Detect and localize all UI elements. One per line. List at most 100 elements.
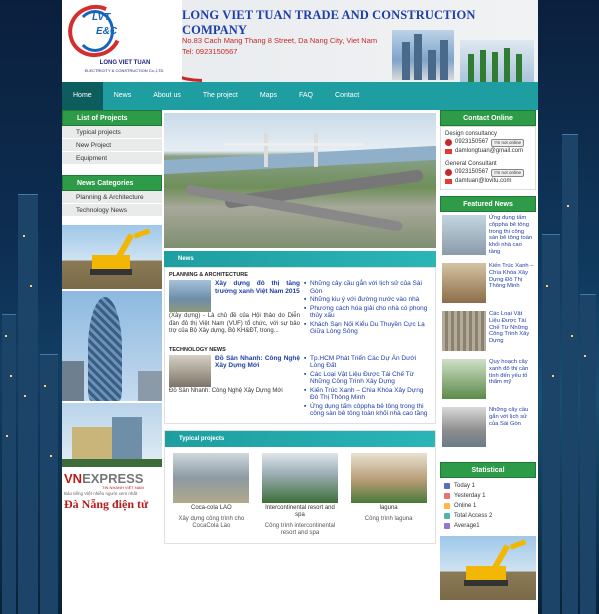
project-description: Công trình laguna <box>364 515 413 522</box>
related-link[interactable]: Tp.HCM Phát Triển Các Dự Án Dưới Lòng Đấ… <box>304 355 431 370</box>
project-name[interactable]: laguna <box>351 505 427 512</box>
news-section-title: News <box>164 251 436 267</box>
project-image[interactable] <box>173 452 250 503</box>
news-categories-menu: Planning & Architecture Technology News <box>62 191 162 217</box>
design-email[interactable]: damlongtuan@gmail.com <box>455 147 523 156</box>
projects-menu: Typical projects New Project Equipment <box>62 126 162 165</box>
related-link[interactable]: Những kiu ý với đường nước vào nhà <box>304 296 431 304</box>
featured-news-title: Featured News <box>440 196 536 212</box>
featured-thumbnail[interactable] <box>442 407 486 447</box>
featured-thumbnail[interactable] <box>442 215 486 255</box>
user-icon <box>444 483 450 489</box>
featured-item[interactable]: Các Loại Vật Liệu Được Tái Chế Từ Những … <box>442 311 534 355</box>
article-thumbnail[interactable] <box>169 280 211 312</box>
related-link[interactable]: Kiến Trúc Xanh – Chìa Khóa Xây Dựng Đô T… <box>304 387 431 402</box>
project-name[interactable]: Coca-cola LAO <box>173 505 249 512</box>
nav-the-project[interactable]: The project <box>192 82 249 110</box>
menu-technology-news[interactable]: Technology News <box>62 204 162 217</box>
excavator-banner[interactable] <box>62 225 162 289</box>
related-links: Những cây cầu gắn với lịch sử của Sài Gò… <box>304 280 431 336</box>
building-model-banner[interactable] <box>62 403 162 467</box>
featured-item[interactable]: Quy hoạch cây xanh đô thị cần tính đến y… <box>442 359 534 403</box>
left-sidebar: List of Projects Typical projects New Pr… <box>62 110 162 515</box>
design-phone: 0923150567 <box>455 139 489 145</box>
menu-typical-projects[interactable]: Typical projects <box>62 126 162 139</box>
featured-thumbnail[interactable] <box>442 311 486 351</box>
mail-icon <box>445 179 452 184</box>
vnexpress-banner[interactable]: VNEXPRESS TIN NHANH VIỆT NAM Báo tiếng V… <box>62 467 162 515</box>
contact-online-title: Contact Online <box>440 110 536 126</box>
project-name[interactable]: Intercontinental resort and spa <box>262 505 338 519</box>
main-navigation: Home News About us The project Maps FAQ … <box>62 82 538 110</box>
company-name: LONG VIET TUAN TRADE AND CONSTRUCTION CO… <box>182 8 476 37</box>
user-icon <box>444 523 450 529</box>
nav-home[interactable]: Home <box>62 82 103 110</box>
contact-online-box: Design consultancy 0923150567 I'm not onl… <box>440 126 536 190</box>
featured-thumbnail[interactable] <box>442 263 486 303</box>
company-address: No.83 Cach Mang Thang 8 Street, Da Nang … <box>182 36 378 45</box>
article-summary: Đồ Sân Nhanh: Công Nghệ Xây Dựng Mới <box>169 387 283 394</box>
news-categories-title: News Categories <box>62 175 162 191</box>
company-logo[interactable]: LVT E&C LONG VIET TUAN ELECTRICITY & CON… <box>62 0 182 82</box>
project-card[interactable]: Coca-cola LAO Xây dựng công trình cho Co… <box>173 452 250 537</box>
nav-contact[interactable]: Contact <box>324 82 370 110</box>
stat-online: Online 1 <box>454 503 477 509</box>
nav-about-us[interactable]: About us <box>142 82 192 110</box>
yahoo-status-button[interactable]: I'm not online <box>491 168 524 177</box>
project-description: Xây dựng công trình cho CocaCola Lào <box>178 515 245 529</box>
menu-planning-architecture[interactable]: Planning & Architecture <box>62 191 162 204</box>
excavator-banner-right[interactable] <box>440 536 536 600</box>
related-link[interactable]: Các Loại Vật Liệu Được Tái Chế Từ Những … <box>304 371 431 386</box>
related-link[interactable]: Phương cách hóa giải cho nhà có phong th… <box>304 305 431 320</box>
project-card[interactable]: Intercontinental resort and spa Công trì… <box>261 452 338 537</box>
nav-news[interactable]: News <box>103 82 143 110</box>
nav-faq[interactable]: FAQ <box>288 82 324 110</box>
menu-equipment[interactable]: Equipment <box>62 152 162 165</box>
related-link[interactable]: Khách Sạn Nối Kiểu Du Thuyền Cực Lạ Giữa… <box>304 321 431 336</box>
featured-link[interactable]: Ứng dụng tấm côppha bê tông trong thi cô… <box>489 215 534 259</box>
featured-link[interactable]: Quy hoạch cây xanh đô thị cần tính đến y… <box>489 359 534 403</box>
general-consultant-label: General Consultant <box>445 161 497 167</box>
featured-item[interactable]: Kiến Trúc Xanh – Chìa Khóa Xây Dựng Đô T… <box>442 263 534 307</box>
project-image[interactable] <box>261 452 338 503</box>
background-city-right <box>538 0 599 614</box>
user-icon <box>444 503 450 509</box>
menu-new-project[interactable]: New Project <box>62 139 162 152</box>
statistical-title: Statistical <box>440 462 536 478</box>
related-link[interactable]: Những cây cầu gắn với lịch sử của Sài Gò… <box>304 280 431 295</box>
yahoo-status-button[interactable]: I'm not online <box>491 138 524 147</box>
typical-projects-title: Typical projects <box>165 430 435 447</box>
site-header: LVT E&C LONG VIET TUAN ELECTRICITY & CON… <box>62 0 538 82</box>
hero-slider-image[interactable] <box>164 113 436 248</box>
featured-news-list: Ứng dụng tấm côppha bê tông trong thi cô… <box>440 212 536 458</box>
main-content: News PLANNING & ARCHITECTURE Xây dựng đô… <box>164 110 436 544</box>
general-email[interactable]: damtuan@lovitu.com <box>455 177 511 186</box>
phone-icon <box>445 139 452 146</box>
featured-link[interactable]: Những cây cầu gắn với lịch sử của Sài Gò… <box>489 407 534 451</box>
featured-item[interactable]: Những cây cầu gắn với lịch sử của Sài Gò… <box>442 407 534 451</box>
background-city-left <box>0 0 62 614</box>
featured-thumbnail[interactable] <box>442 359 486 399</box>
featured-item[interactable]: Ứng dụng tấm côppha bê tông trong thi cô… <box>442 215 534 259</box>
design-consultancy-label: Design consultancy <box>445 131 498 137</box>
featured-link[interactable]: Các Loại Vật Liệu Được Tái Chế Từ Những … <box>489 311 534 355</box>
header-people-image <box>460 40 534 82</box>
project-card[interactable]: laguna Công trình laguna <box>350 452 427 537</box>
general-phone: 0923150567 <box>455 169 489 175</box>
news-panel: PLANNING & ARCHITECTURE Xây dựng đô thị … <box>164 267 436 424</box>
mail-icon <box>445 149 452 154</box>
project-image[interactable] <box>350 452 427 503</box>
stat-yesterday: Yesterday 1 <box>454 493 486 499</box>
featured-link[interactable]: Kiến Trúc Xanh – Chìa Khóa Xây Dựng Đô T… <box>489 263 534 307</box>
right-sidebar: Contact Online Design consultancy 092315… <box>440 110 536 600</box>
article-summary: (Xây dựng) - Là chủ đề của Hội thảo do D… <box>169 313 300 334</box>
stat-average: Average1 <box>454 523 480 529</box>
nav-maps[interactable]: Maps <box>249 82 288 110</box>
related-link[interactable]: Ứng dụng tấm côppha bê tông trong thi cô… <box>304 403 431 418</box>
article-thumbnail[interactable] <box>169 354 211 387</box>
category-heading: PLANNING & ARCHITECTURE <box>169 272 248 278</box>
typical-projects-panel: Typical projects Coca-cola LAO Xây dựng … <box>164 429 436 544</box>
danang-banner[interactable]: Đà Nẵng điện tử <box>64 497 148 512</box>
page: LVT E&C LONG VIET TUAN ELECTRICITY & CON… <box>62 0 538 614</box>
gherkin-tower-banner[interactable] <box>62 291 162 401</box>
